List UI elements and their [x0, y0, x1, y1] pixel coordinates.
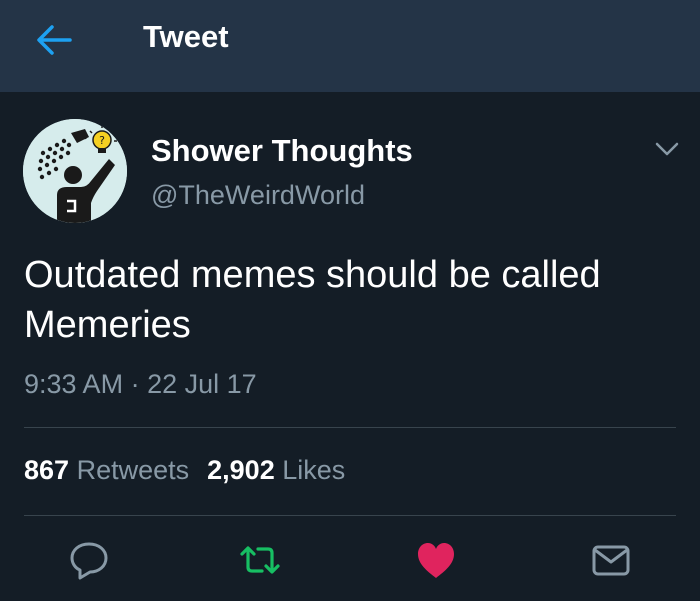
back-button[interactable]: [34, 22, 74, 58]
shower-thoughts-logo-icon: ?: [23, 119, 127, 223]
retweet-icon: [240, 546, 280, 574]
like-button[interactable]: [413, 537, 459, 583]
like-count: 2,902: [207, 455, 275, 485]
likes-stat[interactable]: 2,902 Likes: [207, 455, 345, 485]
tweet-menu-button[interactable]: [654, 140, 680, 158]
chevron-down-icon: [655, 142, 679, 156]
avatar[interactable]: ?: [23, 119, 127, 223]
page-title: Tweet: [143, 19, 229, 54]
date-separator: ·: [130, 369, 140, 399]
divider: [24, 427, 676, 428]
display-name[interactable]: Shower Thoughts: [151, 133, 413, 169]
heart-icon: [418, 543, 454, 578]
arrow-left-icon: [37, 25, 72, 55]
tweet-date: 22 Jul 17: [147, 369, 257, 399]
app-header: Tweet: [0, 0, 700, 92]
retweet-count: 867: [24, 455, 70, 485]
tweet-text: Outdated memes should be called Memeries: [24, 254, 601, 346]
envelope-icon: [592, 545, 630, 576]
user-handle[interactable]: @TheWeirdWorld: [151, 180, 365, 211]
direct-message-button[interactable]: [588, 537, 634, 583]
reply-icon: [70, 542, 108, 580]
svg-text:?: ?: [99, 134, 105, 147]
like-label: Likes: [282, 455, 346, 485]
reply-button[interactable]: [66, 537, 112, 583]
retweet-button[interactable]: [237, 537, 283, 583]
tweet-time: 9:33 AM: [24, 369, 124, 399]
tweet-detail: ? Shower Thoughts @TheWeirdWorld Outdate…: [0, 92, 700, 601]
divider: [24, 515, 676, 516]
retweet-label: Retweets: [76, 455, 190, 485]
tweet-stats: 867 Retweets 2,902 Likes: [24, 455, 345, 486]
tweet-timestamp: 9:33 AM · 22 Jul 17: [24, 369, 257, 400]
retweets-stat[interactable]: 867 Retweets: [24, 455, 189, 485]
